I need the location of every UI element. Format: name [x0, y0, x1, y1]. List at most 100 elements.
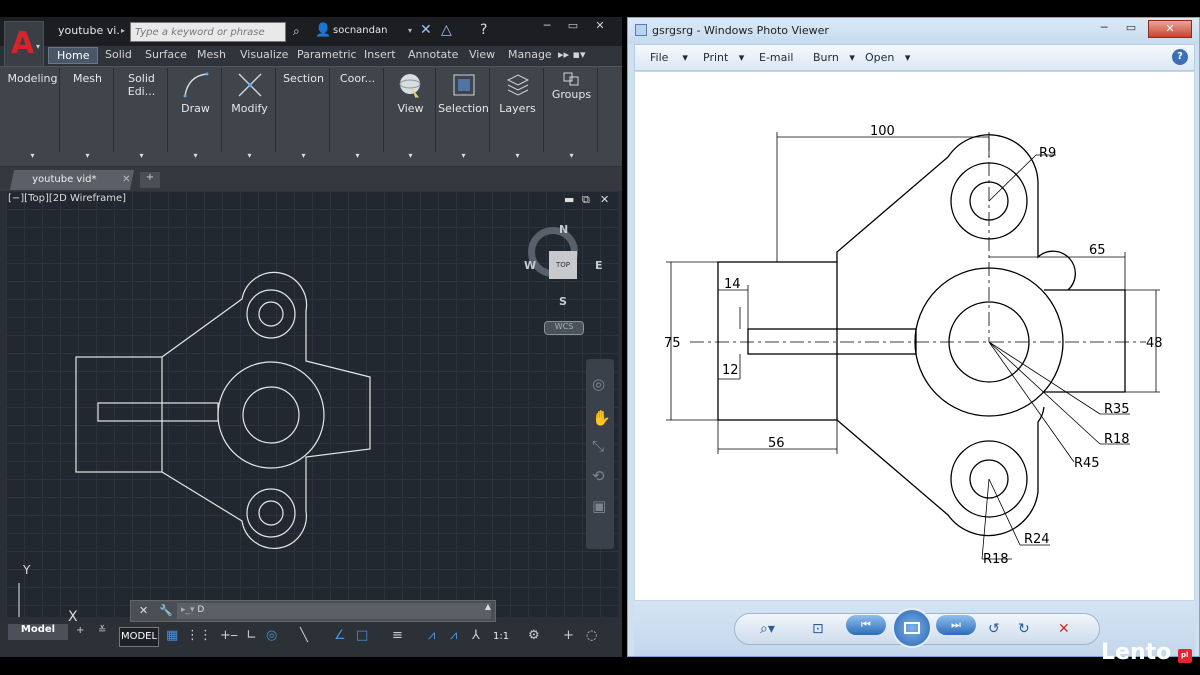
- model-tab[interactable]: Model: [8, 624, 68, 640]
- zoom-icon[interactable]: ⌕▾: [760, 621, 775, 637]
- slideshow-icon: [904, 622, 920, 634]
- new-tab-button[interactable]: +: [140, 172, 160, 188]
- menu-open[interactable]: Open ▾: [865, 51, 910, 64]
- rotate-clockwise-icon[interactable]: ↻: [1018, 621, 1030, 637]
- panel-mesh[interactable]: Mesh ▾: [62, 68, 114, 160]
- chevron-down-icon[interactable]: ▾: [438, 151, 489, 160]
- menu-burn[interactable]: Burn ▾: [813, 51, 855, 64]
- close-button[interactable]: ✕: [586, 17, 614, 37]
- document-tab[interactable]: youtube vid* ✕: [9, 170, 135, 190]
- actual-size-icon[interactable]: ⊡: [812, 621, 824, 637]
- leader-r18b: [981, 478, 990, 560]
- search-input[interactable]: Type a keyword or phrase: [130, 22, 286, 42]
- polar-tracking-icon[interactable]: ◎: [266, 628, 277, 643]
- chevron-down-icon[interactable]: ▾: [332, 151, 383, 160]
- application-menu-button[interactable]: A ▾: [4, 21, 44, 69]
- command-input[interactable]: ▸_▾ D: [177, 603, 491, 619]
- panel-selection[interactable]: Selection ▾: [438, 68, 490, 160]
- panel-layers[interactable]: Layers ▾: [492, 68, 544, 160]
- panel-section[interactable]: Section ▾: [278, 68, 330, 160]
- infer-constraints-icon[interactable]: +⎯: [220, 628, 237, 643]
- panel-view[interactable]: View ▾: [386, 68, 436, 160]
- binoculars-icon[interactable]: ⌕: [293, 24, 300, 39]
- restore-button[interactable]: ▭: [559, 17, 587, 37]
- isolate-objects-icon[interactable]: ◌: [586, 628, 597, 643]
- panel-modeling[interactable]: Modeling ▾: [6, 68, 60, 160]
- tab-home[interactable]: Home: [48, 47, 99, 64]
- more-tabs-icon[interactable]: ▸▸ ▪▾: [558, 48, 586, 61]
- tab-visualize[interactable]: Visualize: [240, 48, 288, 61]
- panel-coordinates[interactable]: Coor... ▾: [332, 68, 384, 160]
- top-lug-outer: [246, 289, 296, 339]
- chevron-down-icon[interactable]: ▾: [6, 151, 59, 160]
- menu-print[interactable]: Print ▾: [703, 51, 744, 64]
- panel-modify[interactable]: Modify ▾: [224, 68, 276, 160]
- dim-r35: R35: [1104, 402, 1130, 417]
- close-command-icon[interactable]: ✕: [139, 604, 148, 617]
- annotation-autoscale-icon[interactable]: ⩘: [450, 628, 457, 643]
- chevron-up-icon[interactable]: ▲: [485, 602, 491, 611]
- chevron-down-icon[interactable]: ▾: [224, 151, 275, 160]
- drawing-viewport[interactable]: [−][Top][2D Wireframe] ▬ ⧉ ✕ TOP N S E W…: [6, 191, 618, 625]
- tab-view[interactable]: View: [469, 48, 495, 61]
- object-snap-icon[interactable]: □: [356, 628, 368, 643]
- model-space-button[interactable]: MODEL: [119, 627, 159, 647]
- chevron-down-icon[interactable]: ▾: [62, 151, 113, 160]
- panel-groups[interactable]: Groups ▾: [546, 68, 598, 160]
- previous-button[interactable]: ⏮: [846, 615, 886, 635]
- annotation-monitor-icon[interactable]: +: [563, 628, 574, 643]
- grid-icon[interactable]: ▦: [166, 628, 178, 643]
- workspace-gear-icon[interactable]: ⚙: [528, 628, 540, 643]
- tab-annotate[interactable]: Annotate: [408, 48, 458, 61]
- object-snap-tracking-icon[interactable]: ∠: [334, 628, 346, 643]
- minimize-button[interactable]: ─: [533, 17, 561, 37]
- close-tab-icon[interactable]: ✕: [122, 174, 130, 185]
- chevron-down-icon[interactable]: ▾: [546, 151, 597, 160]
- menu-email[interactable]: E-mail: [759, 51, 794, 64]
- tab-manage[interactable]: Manage: [508, 48, 552, 61]
- next-button[interactable]: ⏭: [936, 615, 976, 635]
- annotation-scale-icon[interactable]: ⅄: [472, 628, 480, 643]
- dim-56: 56: [768, 436, 785, 451]
- title-arrow-icon[interactable]: ▸: [121, 26, 125, 35]
- user-dropdown-icon[interactable]: ▾: [408, 26, 412, 35]
- chevron-down-icon[interactable]: ▾: [492, 151, 543, 160]
- annotation-visibility-icon[interactable]: ⩘: [428, 628, 435, 643]
- panel-label: Groups: [551, 88, 592, 101]
- panel-solid-editing[interactable]: Solid Edi... ▾: [116, 68, 168, 160]
- ortho-icon[interactable]: ∟: [246, 628, 257, 643]
- exchange-icon[interactable]: ✕: [420, 22, 432, 38]
- slideshow-button[interactable]: [892, 608, 932, 648]
- menu-file[interactable]: File ▾: [650, 51, 688, 64]
- dim-48: 48: [1146, 336, 1163, 351]
- add-layout-icon[interactable]: +: [76, 625, 84, 636]
- document-tab-label: youtube vid*: [32, 174, 97, 185]
- help-icon[interactable]: ?: [480, 22, 487, 38]
- tab-insert[interactable]: Insert: [364, 48, 396, 61]
- delete-icon[interactable]: ✕: [1058, 621, 1070, 637]
- annotation-scale[interactable]: 1:1: [493, 631, 509, 642]
- minimize-button[interactable]: ─: [1091, 20, 1117, 38]
- autodesk-360-icon[interactable]: △: [441, 22, 452, 38]
- rotate-counterclockwise-icon[interactable]: ↺: [988, 621, 1000, 637]
- tab-surface[interactable]: Surface: [145, 48, 187, 61]
- tab-parametric[interactable]: Parametric: [297, 48, 357, 61]
- isodraft-icon[interactable]: ╲: [300, 628, 308, 643]
- lineweight-icon[interactable]: ≡: [392, 628, 403, 643]
- maximize-button[interactable]: ▭: [1118, 20, 1144, 38]
- help-icon[interactable]: ?: [1172, 49, 1188, 65]
- user-icon[interactable]: 👤: [315, 23, 331, 38]
- layouts-menu-icon[interactable]: ≚: [98, 625, 106, 636]
- tab-mesh[interactable]: Mesh: [197, 48, 226, 61]
- chevron-down-icon[interactable]: ▾: [278, 151, 329, 160]
- chevron-down-icon[interactable]: ▾: [386, 151, 435, 160]
- panel-draw[interactable]: Draw ▾: [170, 68, 222, 160]
- user-name[interactable]: socnandan: [333, 25, 387, 36]
- chevron-down-icon[interactable]: ▾: [170, 151, 221, 160]
- tab-solid[interactable]: Solid: [105, 48, 132, 61]
- top-lug-hole: [258, 301, 284, 327]
- close-button[interactable]: ✕: [1148, 20, 1192, 38]
- customize-wrench-icon[interactable]: 🔧: [159, 604, 173, 617]
- snap-icon[interactable]: ⋮⋮: [186, 628, 212, 643]
- chevron-down-icon[interactable]: ▾: [116, 151, 167, 160]
